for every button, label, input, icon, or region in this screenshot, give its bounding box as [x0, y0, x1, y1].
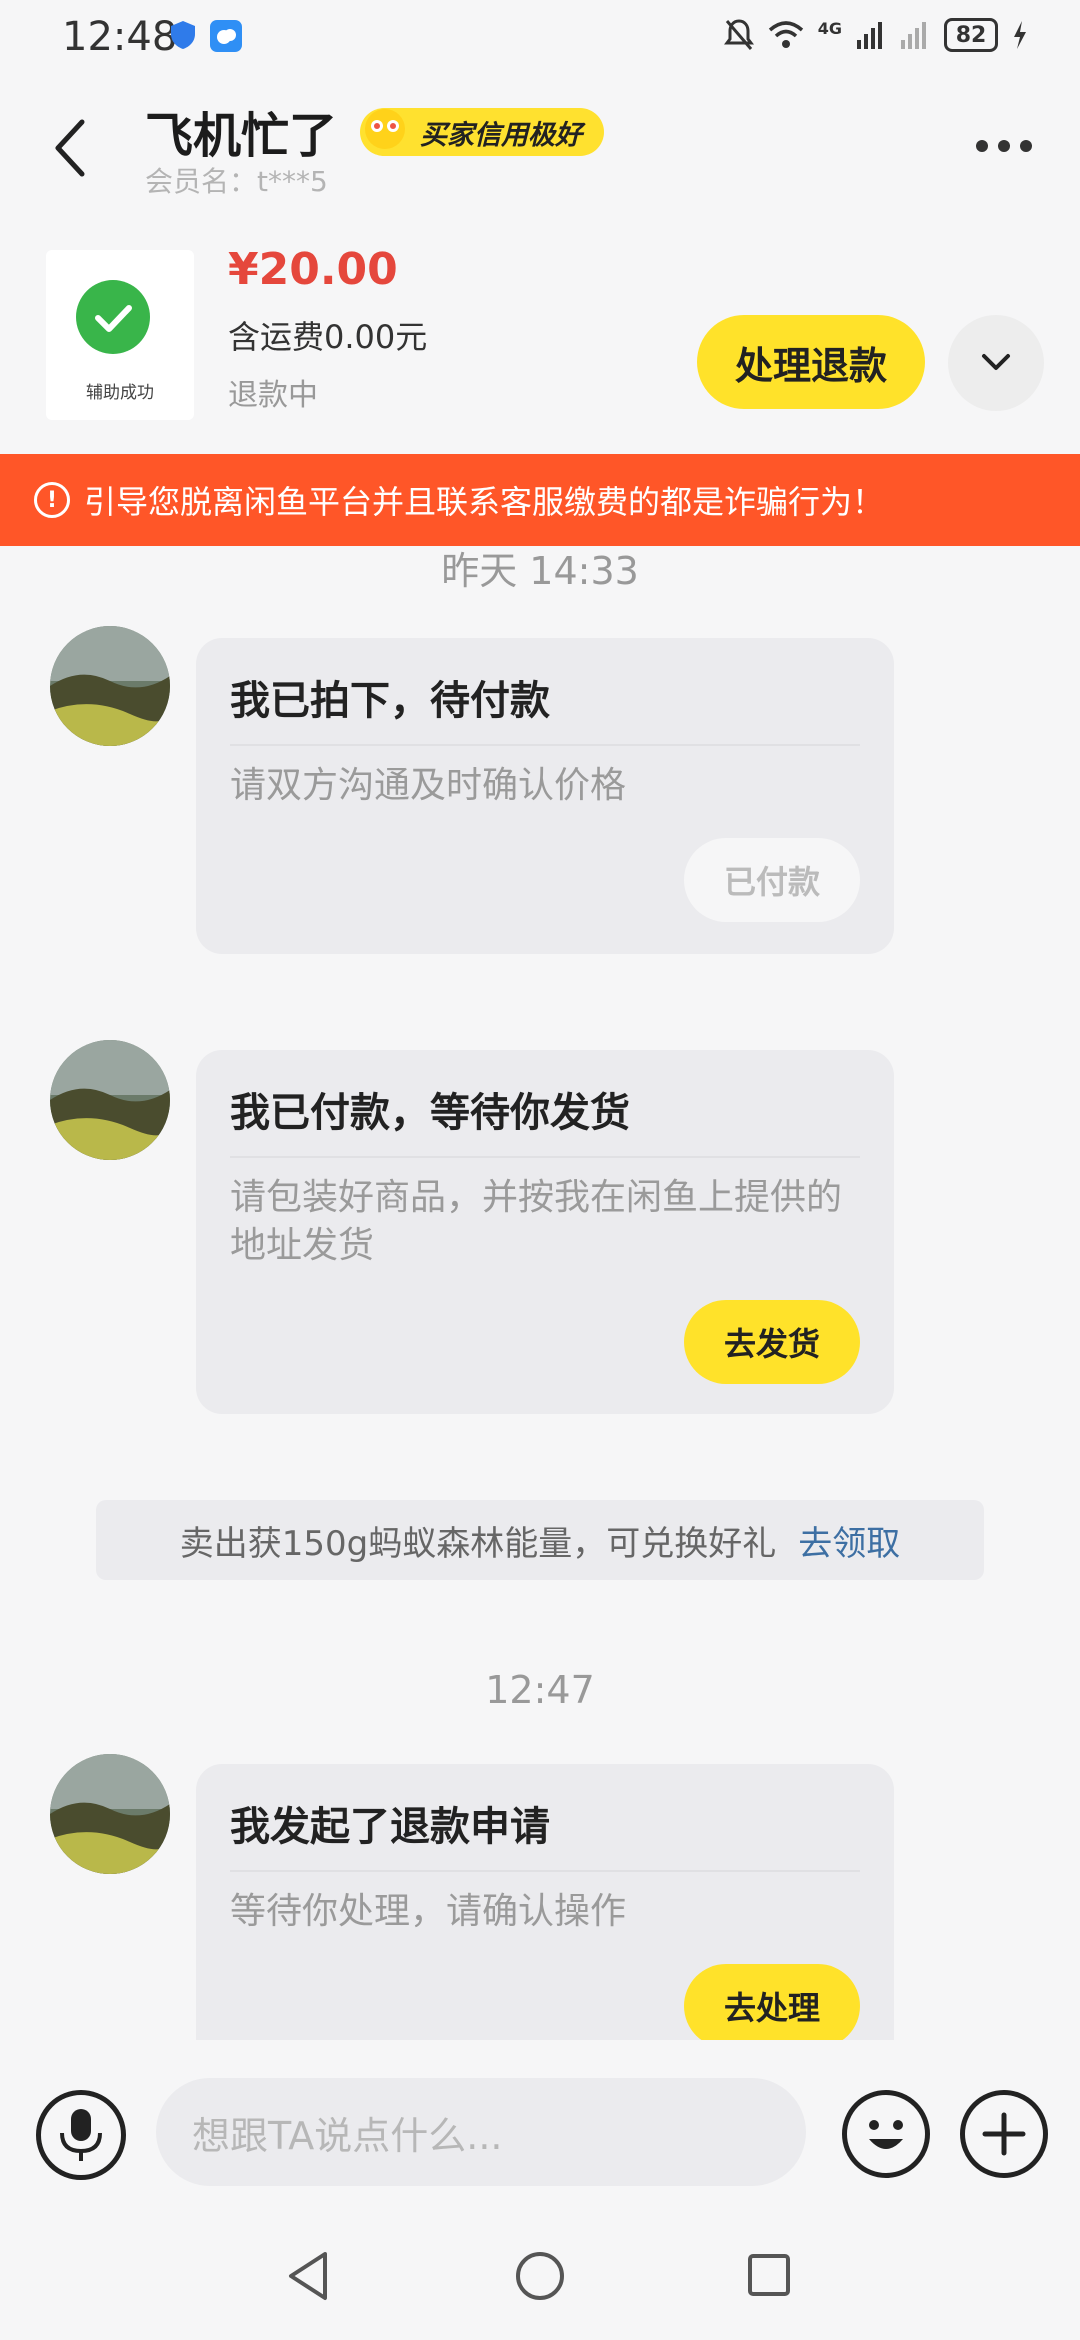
nav-recent-icon[interactable] — [746, 2252, 792, 2298]
charging-icon — [1014, 21, 1026, 49]
divider — [230, 1870, 860, 1872]
avatar[interactable] — [50, 626, 170, 746]
claim-link[interactable]: 去领取 — [798, 1516, 900, 1565]
emoji-badge-icon — [365, 109, 405, 149]
paid-button[interactable]: 已付款 — [684, 838, 860, 922]
ship-button[interactable]: 去发货 — [684, 1300, 860, 1384]
message-input[interactable]: 想跟TA说点什么... — [156, 2078, 806, 2186]
avatar[interactable] — [50, 1754, 170, 1874]
member-name: 会员名：t***5 — [145, 165, 328, 198]
order-status: 退款中 — [228, 378, 318, 413]
handle-refund-button[interactable]: 处理退款 — [697, 315, 925, 409]
more-icon[interactable] — [976, 140, 1032, 152]
network-type: 4G — [817, 18, 842, 38]
status-time: 12:48 — [62, 14, 178, 60]
warning-icon: ! — [34, 482, 70, 518]
fraud-warning-banner: ! 引导您脱离闲鱼平台并且联系客服缴费的都是诈骗行为！ — [0, 454, 1080, 546]
timestamp: 昨天 14:33 — [441, 549, 639, 593]
message-card: 我发起了退款申请 等待你处理，请确认操作 去处理 — [196, 1764, 894, 2048]
divider — [230, 744, 860, 746]
message-title: 我发起了退款申请 — [230, 1804, 550, 1850]
process-button[interactable]: 去处理 — [684, 1964, 860, 2048]
status-right-icons: 4G 82 — [723, 18, 1028, 52]
message-subtitle: 等待你处理，请确认操作 — [230, 1891, 627, 1932]
nav-back-icon[interactable] — [285, 2250, 331, 2302]
emoji-icon[interactable] — [842, 2090, 930, 2178]
mute-icon — [723, 19, 754, 50]
weather-icon — [210, 20, 242, 52]
shield-icon — [171, 21, 195, 49]
message-subtitle: 请包装好商品，并按我在闲鱼上提供的地址发货 — [230, 1177, 843, 1266]
status-left-icons — [170, 20, 242, 52]
check-icon — [76, 280, 150, 354]
chevron-down-icon — [982, 354, 1010, 370]
promo-text: 卖出获150g蚂蚁森林能量，可兑换好礼 — [179, 1523, 777, 1564]
shipping-fee: 含运费0.00元 — [228, 318, 428, 356]
message-title: 我已拍下，待付款 — [230, 678, 550, 724]
warning-text: 引导您脱离闲鱼平台并且联系客服缴费的都是诈骗行为！ — [84, 483, 885, 521]
message-title: 我已付款，等待你发货 — [230, 1090, 630, 1136]
wifi-icon — [768, 21, 803, 48]
mic-icon[interactable] — [36, 2090, 126, 2180]
timestamp: 12:47 — [485, 1668, 595, 1712]
chat-title: 飞机忙了 — [145, 108, 338, 164]
battery-icon: 82 — [944, 18, 998, 52]
promo-banner: 卖出获150g蚂蚁森林能量，可兑换好礼 去领取 — [96, 1500, 984, 1580]
plus-icon[interactable] — [960, 2090, 1048, 2178]
signal-icon — [857, 22, 882, 49]
thumbnail-label: 辅助成功 — [86, 383, 154, 403]
divider — [230, 1156, 860, 1158]
signal-icon — [901, 22, 926, 49]
message-card: 我已拍下，待付款 请双方沟通及时确认价格 已付款 — [196, 638, 894, 954]
order-price: ¥20.00 — [228, 244, 398, 295]
back-icon[interactable] — [50, 118, 90, 178]
expand-button[interactable] — [948, 315, 1044, 411]
message-subtitle: 请双方沟通及时确认价格 — [230, 765, 627, 806]
nav-home-icon[interactable] — [514, 2250, 566, 2302]
avatar[interactable] — [50, 1040, 170, 1160]
status-bar: 12:48 4G 82 — [0, 0, 1080, 80]
system-nav-bar — [0, 2220, 1080, 2340]
message-card: 我已付款，等待你发货 请包装好商品，并按我在闲鱼上提供的地址发货 去发货 — [196, 1050, 894, 1414]
